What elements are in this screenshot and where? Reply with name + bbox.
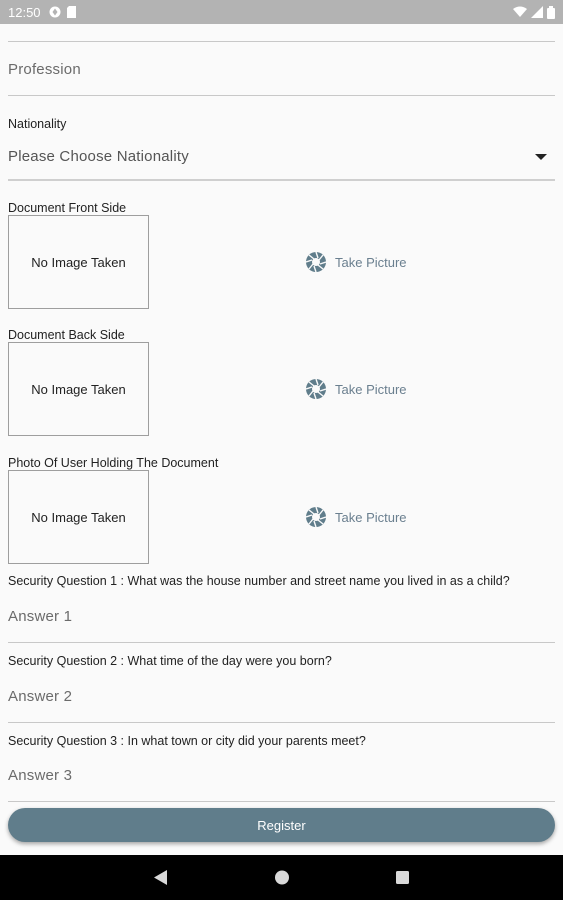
- answer-3-input[interactable]: Answer 3: [8, 767, 72, 784]
- app-notification-icon: [49, 6, 61, 18]
- take-picture-front-button[interactable]: Take Picture: [306, 252, 407, 272]
- navigation-bar: [0, 855, 563, 900]
- camera-shutter-icon: [306, 507, 326, 527]
- security-question-3: Security Question 3 : In what town or ci…: [8, 734, 366, 748]
- document-back-image: No Image Taken: [8, 342, 149, 436]
- home-icon[interactable]: [275, 870, 289, 890]
- no-image-text: No Image Taken: [31, 381, 126, 397]
- take-picture-user-button[interactable]: Take Picture: [306, 507, 407, 527]
- no-image-text: No Image Taken: [31, 509, 126, 525]
- wifi-icon: [513, 6, 527, 18]
- answer-1-input[interactable]: Answer 1: [8, 608, 72, 625]
- sd-card-icon: [66, 6, 78, 18]
- nationality-select[interactable]: Please Choose Nationality: [8, 148, 189, 165]
- security-question-2: Security Question 2 : What time of the d…: [8, 654, 332, 668]
- no-image-text: No Image Taken: [31, 254, 126, 270]
- answer-2-underline: [8, 722, 555, 723]
- signal-icon: [531, 6, 543, 18]
- answer-2-input[interactable]: Answer 2: [8, 688, 72, 705]
- status-bar: 12:50: [0, 0, 563, 24]
- back-icon[interactable]: [154, 870, 167, 890]
- document-front-label: Document Front Side: [8, 201, 127, 215]
- answer-3-underline: [8, 801, 555, 802]
- status-right-icons: [513, 5, 555, 19]
- status-time: 12:50: [8, 4, 41, 20]
- user-photo-image: No Image Taken: [8, 470, 149, 564]
- answer-1-underline: [8, 642, 555, 643]
- profession-underline: [8, 95, 555, 96]
- camera-shutter-icon: [306, 379, 326, 399]
- take-picture-label: Take Picture: [335, 509, 407, 525]
- security-question-1: Security Question 1 : What was the house…: [8, 574, 510, 588]
- battery-icon: [547, 5, 555, 19]
- profession-input[interactable]: Profession: [8, 61, 81, 78]
- take-picture-label: Take Picture: [335, 381, 407, 397]
- top-divider: [8, 41, 555, 42]
- nationality-label: Nationality: [8, 117, 67, 131]
- camera-shutter-icon: [306, 252, 326, 272]
- user-photo-label: Photo Of User Holding The Document: [8, 456, 219, 470]
- register-button[interactable]: Register: [8, 808, 555, 842]
- chevron-down-icon[interactable]: [535, 154, 547, 160]
- nationality-underline: [8, 179, 555, 181]
- document-back-label: Document Back Side: [8, 328, 125, 342]
- take-picture-back-button[interactable]: Take Picture: [306, 379, 407, 399]
- recents-icon[interactable]: [396, 870, 409, 890]
- registration-form: Profession Nationality Please Choose Nat…: [0, 24, 563, 855]
- document-front-image: No Image Taken: [8, 215, 149, 309]
- take-picture-label: Take Picture: [335, 254, 407, 270]
